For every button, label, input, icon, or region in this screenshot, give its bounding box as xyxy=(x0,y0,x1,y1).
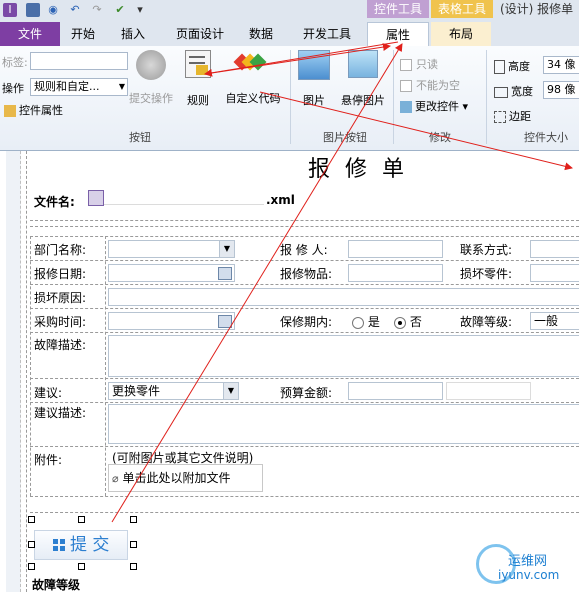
arrow-submit-to-properties xyxy=(111,43,403,523)
arrow-to-right xyxy=(259,91,573,171)
arrow-to-properties-tab xyxy=(204,43,391,75)
annotation-arrows xyxy=(111,41,573,523)
